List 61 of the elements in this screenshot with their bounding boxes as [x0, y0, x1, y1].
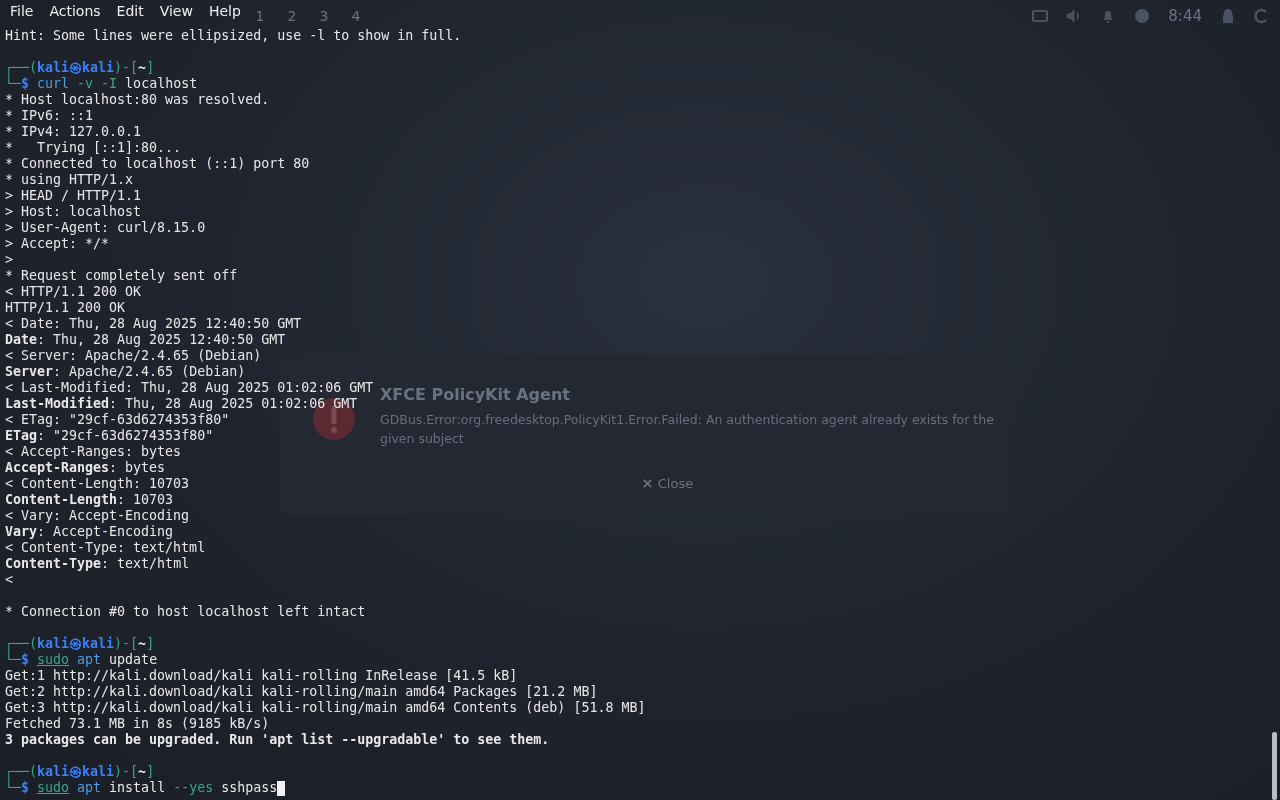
- output-line: Get:2 http://kali.download/kali kali-rolling/main amd64 Packages [21.2 MB]: [5, 684, 598, 700]
- workspace-button[interactable]: 3: [316, 8, 332, 24]
- close-icon: [642, 479, 652, 488]
- output-line: ETag: "29cf-63d6274353f80": [5, 428, 214, 444]
- output-line: < Server: Apache/2.4.65 (Debian): [5, 348, 262, 364]
- menu-item[interactable]: Actions: [41, 3, 109, 19]
- workspace-button[interactable]: 1: [252, 8, 268, 24]
- prompt-line: ┌──(kali㉿kali)-[~]: [5, 60, 155, 76]
- output-line: Content-Length: 10703: [5, 492, 174, 508]
- output-line: * using HTTP/1.x: [5, 172, 134, 188]
- output-line: >: [5, 252, 13, 268]
- output-line: Vary: Accept-Encoding: [5, 524, 174, 540]
- output-line: < Last-Modified: Thu, 28 Aug 2025 01:02:06 GMT: [5, 380, 374, 396]
- output-line: Get:3 http://kali.download/kali kali-rolling/main amd64 Contents (deb) [51.8 MB]: [5, 700, 646, 716]
- dialog-message: GDBus.Error:org.freedesktop.PolicyKit1.Error.Failed: An authentication agent already exists for the given subject: [380, 411, 995, 448]
- lock-icon[interactable]: [1220, 8, 1236, 24]
- prompt-line: ┌──(kali㉿kali)-[~]: [5, 764, 155, 780]
- network-icon[interactable]: [1032, 8, 1049, 24]
- prompt-line: ┌──(kali㉿kali)-[~]: [5, 636, 155, 652]
- close-button[interactable]: Close: [634, 472, 702, 495]
- output-line: < ETag: "29cf-63d6274353f80": [5, 412, 230, 428]
- menu-item[interactable]: Help: [200, 3, 249, 19]
- output-line: Content-Type: text/html: [5, 556, 190, 572]
- menu-item[interactable]: View: [151, 3, 201, 19]
- output-line: * Trying [::1]:80...: [5, 140, 182, 156]
- menu-item[interactable]: File: [2, 3, 42, 19]
- output-line: Accept-Ranges: bytes: [5, 460, 166, 476]
- output-line: Date: Thu, 28 Aug 2025 12:40:50 GMT: [5, 332, 286, 348]
- menu-item[interactable]: Edit: [108, 3, 152, 19]
- command-line: └─$ curl -v -I localhost: [5, 76, 198, 92]
- output-line: < Content-Type: text/html: [5, 540, 206, 556]
- output-line: * IPv6: ::1: [5, 108, 94, 124]
- output-line: Server: Apache/2.4.65 (Debian): [5, 364, 246, 380]
- dialog-title: XFCE PolicyKit Agent: [380, 385, 571, 404]
- workspace-button[interactable]: 2: [284, 8, 300, 24]
- output-line: Fetched 73.1 MB in 8s (9185 kB/s): [5, 716, 270, 732]
- output-line: > User-Agent: curl/8.15.0: [5, 220, 206, 236]
- command-line: └─$ sudo apt update: [5, 652, 158, 668]
- output-line: < Content-Length: 10703: [5, 476, 190, 492]
- output-line: <: [5, 572, 13, 588]
- output-line: > Accept: */*: [5, 236, 110, 252]
- output-line: * Request completely sent off: [5, 268, 238, 284]
- output-line: Get:1 http://kali.download/kali kali-rolling InRelease [41.5 kB]: [5, 668, 518, 684]
- output-line: Hint: Some lines were ellipsized, use -l to show in full.: [5, 28, 462, 44]
- clock[interactable]: 8:44: [1168, 7, 1202, 25]
- output-line: > HEAD / HTTP/1.1: [5, 188, 142, 204]
- scrollbar[interactable]: [1272, 732, 1277, 800]
- command-line: └─$ sudo apt install --yes sshpass: [5, 780, 278, 796]
- output-line: HTTP/1.1 200 OK: [5, 300, 126, 316]
- output-line: < Date: Thu, 28 Aug 2025 12:40:50 GMT: [5, 316, 302, 332]
- output-line: * Host localhost:80 was resolved.: [5, 92, 270, 108]
- output-line: * IPv4: 127.0.0.1: [5, 124, 142, 140]
- output-line: > Host: localhost: [5, 204, 142, 220]
- output-line: 3 packages can be upgraded. Run 'apt list --upgradable' to see them.: [5, 732, 550, 748]
- output-line: * Connected to localhost (::1) port 80: [5, 156, 310, 172]
- workspace-button[interactable]: 4: [348, 8, 364, 24]
- output-line: < Accept-Ranges: bytes: [5, 444, 182, 460]
- output-line: < Vary: Accept-Encoding: [5, 508, 190, 524]
- output-line: Last-Modified: Thu, 28 Aug 2025 01:02:06 GMT: [5, 396, 358, 412]
- output-line: < HTTP/1.1 200 OK: [5, 284, 142, 300]
- output-line: * Connection #0 to host localhost left intact: [5, 604, 366, 620]
